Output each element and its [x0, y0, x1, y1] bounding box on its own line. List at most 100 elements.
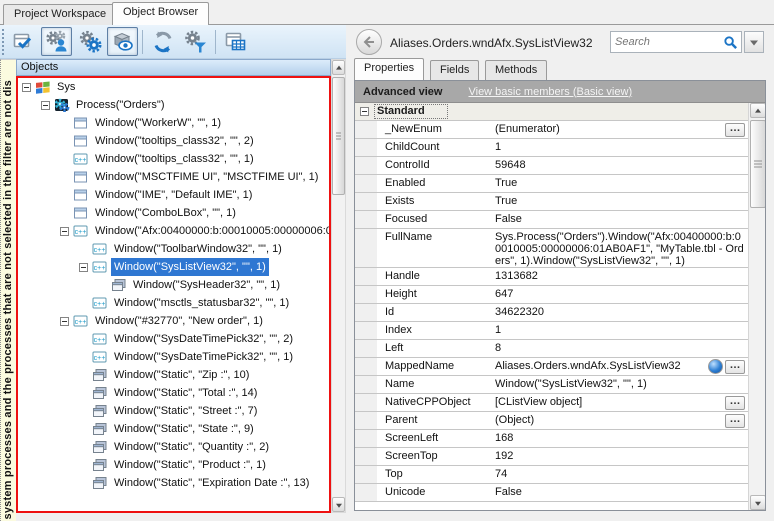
property-row[interactable]: Index1: [355, 322, 748, 340]
property-row[interactable]: NameWindow("SysListView32", "", 1): [355, 376, 748, 394]
tree-item-label[interactable]: Window("SysDateTimePick32", "", 1): [111, 348, 296, 366]
grid-scrollbar[interactable]: [748, 103, 765, 510]
tree-item-label[interactable]: Window("IME", "Default IME", 1): [92, 186, 255, 204]
view-object-button[interactable]: [107, 27, 138, 56]
tab-object-browser[interactable]: Object Browser: [112, 2, 209, 25]
property-row[interactable]: FocusedFalse: [355, 211, 748, 229]
tree-item-label[interactable]: Window("Static", "Street :", 7): [111, 402, 260, 420]
tree-item[interactable]: c++Window("msctls_statusbar32", "", 1): [18, 294, 329, 312]
tree-item-label[interactable]: Window("Static", "Quantity :", 2): [111, 438, 272, 456]
tree-item-label[interactable]: Sys: [54, 78, 78, 96]
property-row[interactable]: _NewEnum(Enumerator)…: [355, 121, 748, 139]
property-row[interactable]: FullNameSys.Process("Orders").Window("Af…: [355, 229, 748, 268]
property-row[interactable]: NativeCPPObject[CListView object]…: [355, 394, 748, 412]
tree-item-label[interactable]: Window("Static", "Expiration Date :", 13…: [111, 474, 312, 492]
tree-item[interactable]: c++Window("tooltips_class32", "", 1): [18, 150, 329, 168]
tree-collapse-icon[interactable]: [22, 83, 31, 92]
property-row[interactable]: Parent(Object)…: [355, 412, 748, 430]
tree-item[interactable]: c++Window("SysDateTimePick32", "", 1): [18, 348, 329, 366]
tree-scrollbar[interactable]: [331, 59, 346, 513]
property-row[interactable]: ScreenTop192: [355, 448, 748, 466]
ellipsis-button[interactable]: …: [725, 414, 745, 428]
property-row[interactable]: ChildCount1: [355, 139, 748, 157]
tree-item-label[interactable]: Window("msctls_statusbar32", "", 1): [111, 294, 292, 312]
grid-scroll-up-button[interactable]: [750, 103, 766, 118]
tree-item-label[interactable]: Window("Static", "Product :", 1): [111, 456, 269, 474]
tree-item-label[interactable]: Process("Orders"): [73, 96, 168, 114]
tree-item-label[interactable]: Window("Static", "Total :", 14): [111, 384, 260, 402]
ellipsis-button[interactable]: …: [725, 396, 745, 410]
tree-item[interactable]: Window("WorkerW", "", 1): [18, 114, 329, 132]
tree-item[interactable]: Sys: [18, 78, 329, 96]
property-row[interactable]: ControlId59648: [355, 157, 748, 175]
tab-properties[interactable]: Properties: [354, 58, 424, 80]
tree-item[interactable]: Window("tooltips_class32", "", 2): [18, 132, 329, 150]
tree-item-label[interactable]: Window("MSCTFIME UI", "MSCTFIME UI", 1): [92, 168, 321, 186]
tree-item-label[interactable]: Window("SysDateTimePick32", "", 2): [111, 330, 296, 348]
property-row[interactable]: Id34622320: [355, 304, 748, 322]
property-row[interactable]: ExistsTrue: [355, 193, 748, 211]
tree-item[interactable]: Window("Static", "Product :", 1): [18, 456, 329, 474]
group-header-standard[interactable]: Standard: [355, 103, 748, 121]
tree-item[interactable]: Window("Static", "Expiration Date :", 13…: [18, 474, 329, 492]
property-row[interactable]: Top74: [355, 466, 748, 484]
tree-collapse-icon[interactable]: [79, 263, 88, 272]
ellipsis-button[interactable]: …: [725, 360, 745, 374]
property-row[interactable]: ScreenLeft168: [355, 430, 748, 448]
tree-item[interactable]: Window("IME", "Default IME", 1): [18, 186, 329, 204]
process-options-button[interactable]: [74, 27, 105, 56]
tree-item[interactable]: Window("SysHeader32", "", 1): [18, 276, 329, 294]
property-row[interactable]: Handle1313682: [355, 268, 748, 286]
tree-item-label[interactable]: Window("tooltips_class32", "", 1): [92, 150, 257, 168]
tree-item-label[interactable]: Window("#32770", "New order", 1): [92, 312, 266, 330]
grid-scroll-thumb[interactable]: [750, 120, 766, 208]
tree-item[interactable]: Window("Static", "State :", 9): [18, 420, 329, 438]
panels-button[interactable]: [220, 27, 251, 56]
tree-item[interactable]: c++Window("SysListView32", "", 1): [18, 258, 329, 276]
property-row[interactable]: Height647: [355, 286, 748, 304]
tree-collapse-icon[interactable]: [41, 101, 50, 110]
search-input[interactable]: [615, 33, 717, 51]
tree-collapse-icon[interactable]: [60, 317, 69, 326]
tree-item-label[interactable]: Window("Static", "State :", 9): [111, 420, 257, 438]
tree-item[interactable]: Process("Orders"): [18, 96, 329, 114]
grid-scroll-down-button[interactable]: [750, 495, 766, 510]
search-options-dropdown[interactable]: [744, 31, 764, 53]
property-row[interactable]: MappedNameAliases.Orders.wndAfx.SysListV…: [355, 358, 748, 376]
tree-item-label[interactable]: Window("SysHeader32", "", 1): [130, 276, 283, 294]
tree-item[interactable]: Window("Static", "Street :", 7): [18, 402, 329, 420]
tree-item[interactable]: Window("Static", "Quantity :", 2): [18, 438, 329, 456]
tree-item[interactable]: c++Window("ToolbarWindow32", "", 1): [18, 240, 329, 258]
back-button[interactable]: [356, 29, 382, 55]
tree-scroll-up-button[interactable]: [332, 60, 345, 75]
show-process-tree-button[interactable]: [41, 27, 72, 56]
tree-collapse-icon[interactable]: [60, 227, 69, 236]
tab-fields[interactable]: Fields: [430, 60, 479, 80]
property-row[interactable]: EnabledTrue: [355, 175, 748, 193]
tree-item[interactable]: c++Window("#32770", "New order", 1): [18, 312, 329, 330]
tree-item[interactable]: c++Window("SysDateTimePick32", "", 2): [18, 330, 329, 348]
tree-scroll-down-button[interactable]: [332, 497, 345, 512]
tree-item[interactable]: Window("Static", "Total :", 14): [18, 384, 329, 402]
search-icon[interactable]: [723, 35, 738, 50]
tree-item[interactable]: c++Window("Afx:00400000:b:00010005:00000…: [18, 222, 329, 240]
tree-item-label[interactable]: Window("WorkerW", "", 1): [92, 114, 224, 132]
filter-button[interactable]: [180, 27, 211, 56]
tree-item-label[interactable]: Window("Static", "Zip :", 10): [111, 366, 252, 384]
basic-view-link[interactable]: View basic members (Basic view): [468, 86, 632, 98]
refresh-button[interactable]: [147, 27, 178, 56]
tree-item-label[interactable]: Window("ToolbarWindow32", "", 1): [111, 240, 285, 258]
property-row[interactable]: Left8: [355, 340, 748, 358]
tab-project-workspace[interactable]: Project Workspace: [3, 4, 117, 25]
group-collapse-icon[interactable]: [360, 107, 369, 116]
ellipsis-button[interactable]: …: [725, 123, 745, 137]
select-object-button[interactable]: [8, 27, 39, 56]
tab-methods[interactable]: Methods: [485, 60, 547, 80]
mapped-name-icon[interactable]: [708, 359, 723, 374]
tree-item[interactable]: Window("Static", "Zip :", 10): [18, 366, 329, 384]
tree-item-label[interactable]: Window("ComboLBox", "", 1): [92, 204, 239, 222]
tree-item[interactable]: Window("MSCTFIME UI", "MSCTFIME UI", 1): [18, 168, 329, 186]
tree-item-label[interactable]: Window("SysListView32", "", 1): [111, 258, 269, 276]
tree-scroll-thumb[interactable]: [332, 77, 345, 195]
tree-item-label[interactable]: Window("Afx:00400000:b:00010005:00000006…: [92, 222, 331, 240]
